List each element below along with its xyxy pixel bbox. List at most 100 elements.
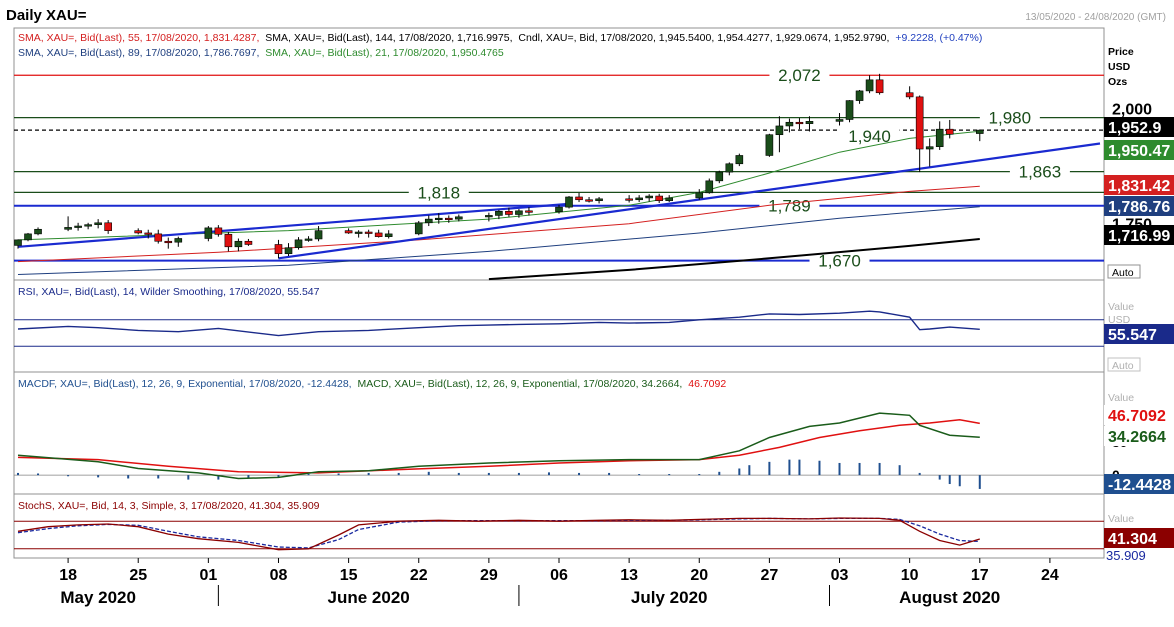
candle-body <box>154 233 163 242</box>
candle <box>705 178 714 194</box>
candle-body <box>735 155 744 165</box>
x-tick-label: 10 <box>901 567 919 584</box>
price-header-2: USD <box>1108 61 1131 73</box>
tag-rsi: 55.547 <box>1108 327 1157 344</box>
candle-body <box>284 247 293 255</box>
x-tick-label: 25 <box>129 567 147 584</box>
auto-label: Auto <box>1112 267 1134 279</box>
candle-body <box>695 192 704 199</box>
candle-body <box>515 210 523 215</box>
candle-body <box>174 238 183 243</box>
x-month-label: August 2020 <box>899 588 1000 607</box>
price-tick-label: 2,000 <box>1112 101 1152 118</box>
x-tick-label: 08 <box>270 567 288 584</box>
candle-body <box>344 230 353 234</box>
tag-close: 1,952.9 <box>1108 120 1161 137</box>
level-label-h1789: 1,789 <box>768 197 811 216</box>
tag-sma21: 1,950.47 <box>1108 143 1170 160</box>
candle-body <box>925 146 934 150</box>
level-label-h1863: 1,863 <box>1019 163 1062 182</box>
tag-macd: 34.2664 <box>1108 429 1166 446</box>
candle-body <box>705 180 714 194</box>
price-legend-line2: SMA, XAU=, Bid(Last), 89, 17/08/2020, 1,… <box>18 47 504 59</box>
candle <box>565 196 573 209</box>
candle-body <box>384 233 393 237</box>
candle-body <box>845 100 854 120</box>
tag-macdf: -12.4428 <box>1108 477 1171 494</box>
level-label-h1670: 1,670 <box>818 252 861 271</box>
candle-body <box>645 195 653 199</box>
macd-header: Value <box>1108 392 1134 404</box>
tag-sma144: 1,716.99 <box>1108 228 1170 245</box>
level-label-h1980: 1,980 <box>989 109 1032 128</box>
candle-body <box>274 244 283 255</box>
candle <box>24 232 32 242</box>
candle-body <box>164 240 173 244</box>
candle-body <box>855 90 864 101</box>
candle-body <box>715 171 724 182</box>
legend-signal: 46.7092 <box>688 378 726 390</box>
candle-body <box>505 210 513 215</box>
candle-body <box>975 129 984 134</box>
legend-sma21: SMA, XAU=, Bid(Last), 21, 17/08/2020, 1,… <box>265 47 504 59</box>
candle-body <box>945 128 954 135</box>
candle-body <box>444 217 453 220</box>
value-tags: 2,0001,7503001,952.91,950.471,831.421,78… <box>1104 101 1174 563</box>
x-axis: 18 25 01 08 15 22 29 06 13 20 27 03 10 17 24 May 2020 Ju… <box>59 558 1059 607</box>
candle-body <box>224 234 233 248</box>
candle-body <box>585 199 593 202</box>
price-legend-line1: SMA, XAU=, Bid(Last), 55, 17/08/2020, 1,… <box>18 32 982 44</box>
candle-body <box>575 196 583 201</box>
candle-body <box>234 240 243 248</box>
candle-body <box>555 206 563 213</box>
legend-candle: Cndl, XAU=, Bid, 17/08/2020, 1,945.5400,… <box>518 32 889 44</box>
x-tick-label: 15 <box>340 567 358 584</box>
candle <box>765 133 774 157</box>
candle-body <box>34 228 42 235</box>
candle-body <box>915 96 924 150</box>
candle-body <box>525 210 533 213</box>
candle-body <box>765 134 774 156</box>
stoch-header: Value <box>1108 513 1134 525</box>
x-month-label: July 2020 <box>631 588 708 607</box>
tag-signal: 46.7092 <box>1108 408 1166 425</box>
candle-body <box>84 224 92 227</box>
candle-body <box>485 215 493 218</box>
candle-body <box>785 121 794 127</box>
candle-body <box>14 239 22 246</box>
x-tick-label: 20 <box>690 567 708 584</box>
legend-sma89: SMA, XAU=, Bid(Last), 89, 17/08/2020, 1,… <box>18 47 259 59</box>
candle-body <box>214 227 223 235</box>
candle-body <box>495 210 503 216</box>
candle-body <box>364 231 373 234</box>
candle-body <box>314 230 323 240</box>
candle-body <box>24 233 32 241</box>
candle-body <box>94 222 102 225</box>
candle-body <box>244 240 253 245</box>
candle-body <box>595 198 603 201</box>
x-month-label: June 2020 <box>328 588 410 607</box>
x-tick-label: 22 <box>410 567 428 584</box>
x-tick-label: 17 <box>971 567 989 584</box>
candle-body <box>875 79 884 94</box>
legend-macdf: MACDF, XAU=, Bid(Last), 12, 26, 9, Expon… <box>18 378 352 390</box>
candle-body <box>414 222 423 235</box>
x-tick-label: 18 <box>59 567 77 584</box>
candle-body <box>104 222 112 231</box>
x-tick-label: 24 <box>1041 567 1059 584</box>
tag-sma89: 1,786.76 <box>1108 199 1170 216</box>
legend-macd: MACD, XAU=, Bid(Last), 12, 26, 9, Expone… <box>358 378 683 390</box>
candle <box>845 100 854 123</box>
macd-legend: MACDF, XAU=, Bid(Last), 12, 26, 9, Expon… <box>18 378 726 390</box>
date-range: 13/05/2020 - 24/08/2020 (GMT) <box>1025 12 1166 23</box>
tag-stoch-k: 41.304 <box>1108 531 1157 548</box>
x-tick-label: 13 <box>620 567 638 584</box>
candle-body <box>835 119 844 122</box>
legend-change: +9.2228, (+0.47%) <box>895 32 982 44</box>
x-tick-label: 29 <box>480 567 498 584</box>
candle-body <box>635 197 643 201</box>
chart-root: Daily XAU= 13/05/2020 - 24/08/2020 (GMT)… <box>6 7 1174 607</box>
candle-body <box>805 121 814 124</box>
candle-body <box>144 232 153 235</box>
candle-body <box>565 196 573 208</box>
